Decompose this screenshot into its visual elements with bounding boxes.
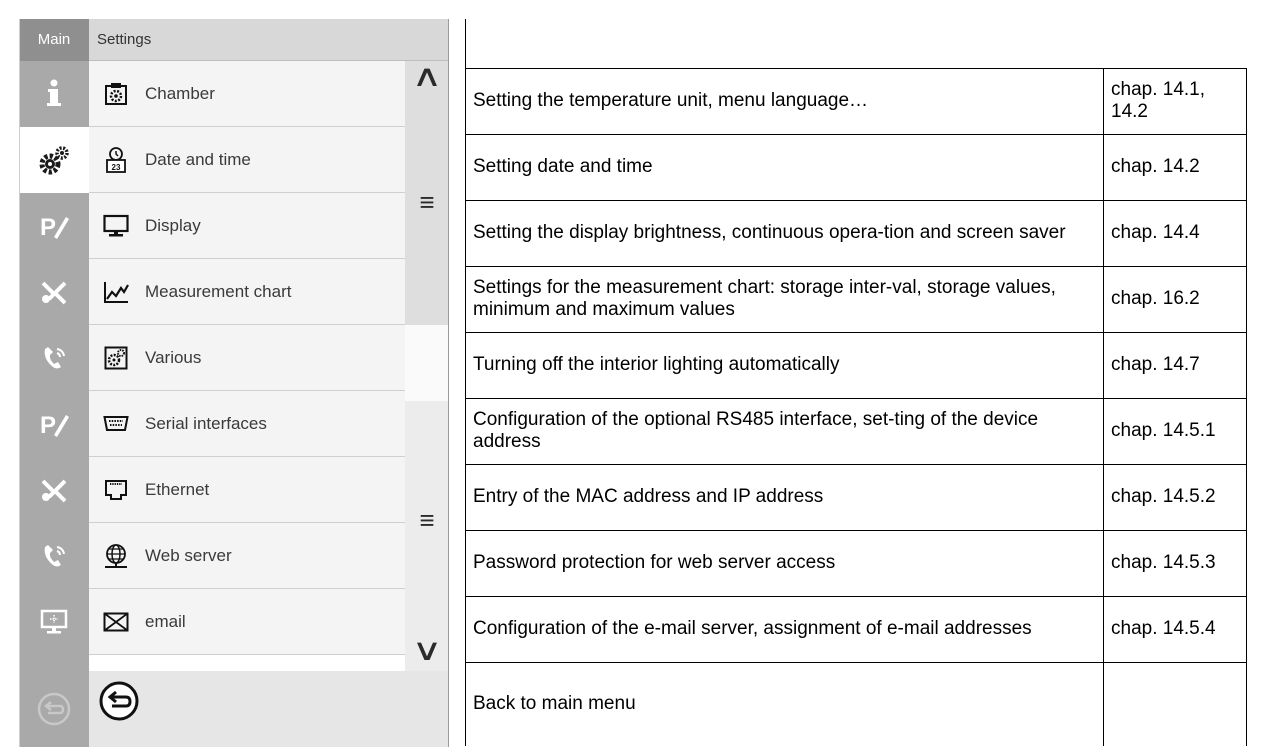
- tab-service-2[interactable]: [19, 457, 89, 523]
- menu-item-label: Date and time: [145, 149, 251, 169]
- phone-icon: [44, 545, 65, 567]
- description-table: Setting the temperature unit, menu langu…: [465, 19, 1247, 746]
- ethernet-icon: [103, 477, 129, 503]
- phone-icon: [44, 347, 65, 369]
- menu-item-chamber[interactable]: Chamber: [89, 61, 405, 127]
- tab-contact-2[interactable]: [19, 523, 89, 589]
- table-row: Password protection for web server acces…: [465, 529, 1247, 597]
- table-row: Turning off the interior lighting automa…: [465, 331, 1247, 399]
- menu-item-label: email: [145, 611, 186, 631]
- chapter-cell: chap. 14.4: [1103, 199, 1247, 267]
- chapter-cell: chap. 14.5.4: [1103, 595, 1247, 663]
- main-tab[interactable]: Main: [19, 19, 89, 61]
- description-cell: Settings for the measurement chart: stor…: [465, 265, 1104, 333]
- scroll-handle-icon[interactable]: ≡: [405, 187, 449, 218]
- scroll-page-gap: [405, 325, 449, 401]
- description-cell: Turning off the interior lighting automa…: [465, 331, 1104, 399]
- menu-item-various[interactable]: Various: [89, 325, 405, 391]
- description-cell: Setting date and time: [465, 133, 1104, 201]
- device-screen: Main P P Settings ∧ ≡ ≡ ∨ Chamber 23 Dat…: [19, 19, 449, 747]
- menu-item-web-server[interactable]: Web server: [89, 523, 405, 589]
- table-row: Setting date and time chap. 14.2: [465, 133, 1247, 201]
- back-icon: [37, 692, 71, 726]
- screen-border-left: [19, 19, 20, 747]
- chapter-cell: chap. 14.5.3: [1103, 529, 1247, 597]
- serial-port-icon: [103, 411, 129, 437]
- envelope-icon: [103, 609, 129, 635]
- svg-text:23: 23: [112, 163, 121, 172]
- monitor-icon: [40, 609, 68, 634]
- chart-icon: [103, 279, 129, 305]
- table-row: Entry of the MAC address and IP address …: [465, 463, 1247, 531]
- chapter-cell: chap. 16.2: [1103, 265, 1247, 333]
- menu-item-display[interactable]: Display: [89, 193, 405, 259]
- description-cell: Setting the temperature unit, menu langu…: [465, 67, 1104, 135]
- screen-header: Settings: [89, 19, 448, 61]
- menu-item-label: Serial interfaces: [145, 413, 267, 433]
- table-row: Settings for the measurement chart: stor…: [465, 265, 1247, 333]
- menu-item-serial-interfaces[interactable]: Serial interfaces: [89, 391, 405, 457]
- chapter-cell: chap. 14.7: [1103, 331, 1247, 399]
- chamber-icon: [103, 81, 129, 107]
- tab-program-edit[interactable]: P: [19, 193, 89, 259]
- tab-service[interactable]: [19, 259, 89, 325]
- screen-title: Settings: [97, 31, 152, 48]
- menu-item-label: Chamber: [145, 83, 215, 103]
- table-row: Setting the temperature unit, menu langu…: [465, 67, 1247, 135]
- table-header-row: [465, 19, 1247, 69]
- description-cell: Configuration of the e-mail server, assi…: [465, 595, 1104, 663]
- calendar-clock-icon: 23: [103, 146, 129, 173]
- table-row: Setting the display brightness, continuo…: [465, 199, 1247, 267]
- tab-info[interactable]: [19, 61, 89, 127]
- svg-text:P: P: [40, 214, 56, 241]
- scroll-handle-icon[interactable]: ≡: [405, 505, 449, 536]
- description-cell: Entry of the MAC address and IP address: [465, 463, 1104, 531]
- various-gears-icon: [103, 345, 129, 371]
- bottom-bar: [89, 671, 448, 747]
- chapter-cell: [1103, 661, 1247, 746]
- gears-icon: [39, 146, 69, 175]
- menu-item-label: Display: [145, 215, 201, 235]
- menu-item-email[interactable]: email: [89, 589, 405, 655]
- description-cell: Back to main menu: [465, 661, 1104, 746]
- table-row: Configuration of the optional RS485 inte…: [465, 397, 1247, 465]
- tab-back: [19, 671, 89, 747]
- menu-item-label: Ethernet: [145, 479, 210, 499]
- tab-display[interactable]: [19, 589, 89, 655]
- menu-item-label: Various: [145, 347, 202, 367]
- table-row: Configuration of the e-mail server, assi…: [465, 595, 1247, 663]
- tab-contact[interactable]: [19, 325, 89, 391]
- service-tools-icon: [41, 281, 67, 305]
- back-button-icon[interactable]: [97, 679, 141, 723]
- svg-text:P: P: [40, 412, 56, 439]
- table-row: Back to main menu: [465, 661, 1247, 746]
- program-edit-icon: P: [40, 214, 69, 241]
- info-icon: [47, 79, 61, 106]
- menu-item-ethernet[interactable]: Ethernet: [89, 457, 405, 523]
- globe-icon: [103, 543, 129, 569]
- menu-item-date-time[interactable]: 23 Date and time: [89, 127, 405, 193]
- chapter-cell: chap. 14.5.1: [1103, 397, 1247, 465]
- menu-item-label: Web server: [145, 545, 232, 565]
- description-cell: Password protection for web server acces…: [465, 529, 1104, 597]
- screen-border-right: [448, 19, 449, 747]
- menu-item-label: Measurement chart: [145, 281, 292, 301]
- display-icon: [103, 213, 129, 239]
- tab-program-edit-2[interactable]: P: [19, 391, 89, 457]
- chapter-cell: chap. 14.2: [1103, 133, 1247, 201]
- tab-settings[interactable]: [19, 127, 89, 193]
- description-cell: Configuration of the optional RS485 inte…: [465, 397, 1104, 465]
- chapter-cell: chap. 14.1, 14.2: [1103, 67, 1247, 135]
- description-cell: Setting the display brightness, continuo…: [465, 199, 1104, 267]
- table-header-cell: [465, 19, 1247, 69]
- menu-item-measurement-chart[interactable]: Measurement chart: [89, 259, 405, 325]
- service-tools-icon: [41, 479, 67, 503]
- chapter-cell: chap. 14.5.2: [1103, 463, 1247, 531]
- program-edit-icon: P: [40, 412, 69, 439]
